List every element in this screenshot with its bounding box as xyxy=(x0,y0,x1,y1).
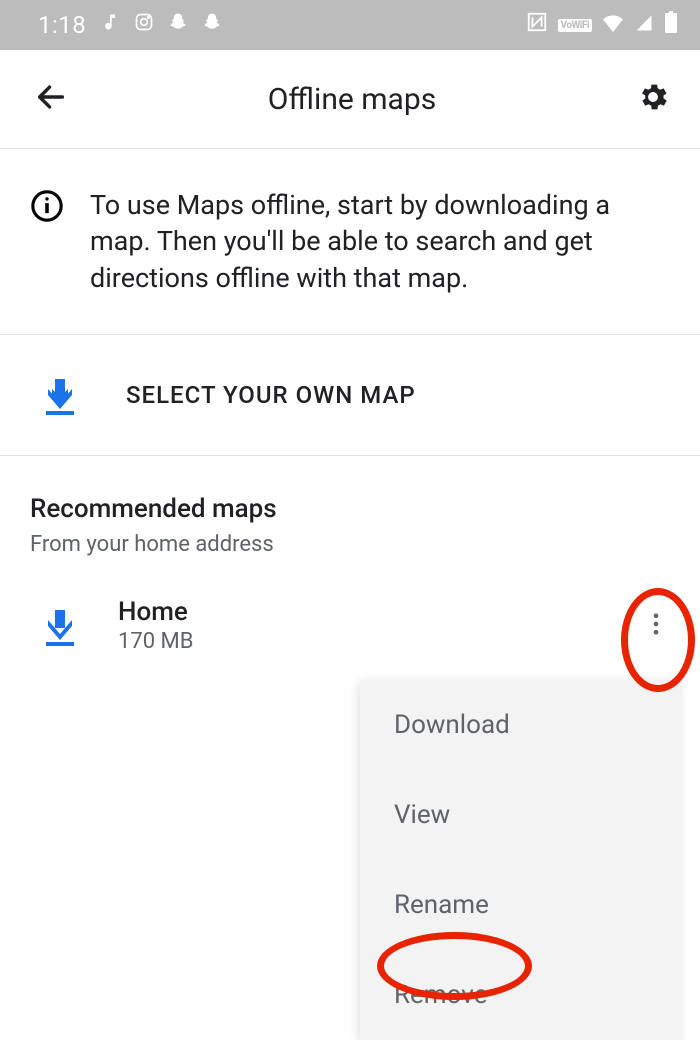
menu-item-remove[interactable]: Remove xyxy=(360,950,682,1040)
select-own-map-row[interactable]: SELECT YOUR OWN MAP xyxy=(0,335,700,455)
snapchat-icon-2 xyxy=(202,12,222,38)
map-row-home[interactable]: Home 170 MB xyxy=(0,557,700,654)
snapchat-icon xyxy=(168,12,188,38)
info-panel: To use Maps offline, start by downloadin… xyxy=(0,149,700,334)
map-size: 170 MB xyxy=(118,629,642,654)
nfc-icon xyxy=(526,11,548,39)
battery-icon xyxy=(664,11,678,39)
page-title: Offline maps xyxy=(68,82,636,117)
info-text: To use Maps offline, start by downloadin… xyxy=(90,187,670,296)
menu-item-download[interactable]: Download xyxy=(360,680,682,770)
gear-icon[interactable] xyxy=(636,80,670,118)
context-menu: Download View Rename Remove xyxy=(360,680,682,1040)
instagram-icon xyxy=(134,12,154,38)
app-header: Offline maps xyxy=(0,50,700,148)
recommended-title: Recommended maps xyxy=(30,494,700,524)
back-icon[interactable] xyxy=(34,80,68,118)
recommended-section: Recommended maps From your home address xyxy=(0,456,700,557)
recommended-subtitle: From your home address xyxy=(30,532,700,557)
map-name: Home xyxy=(118,597,642,627)
info-icon xyxy=(30,189,64,227)
wifi-icon xyxy=(602,13,624,38)
signal-icon xyxy=(634,13,654,38)
more-options-button[interactable] xyxy=(642,610,670,642)
status-bar: 1:18 VoWiFi xyxy=(0,0,700,50)
vowifi-badge: VoWiFi xyxy=(558,19,592,32)
download-icon xyxy=(42,606,78,646)
select-own-map-label: SELECT YOUR OWN MAP xyxy=(126,381,416,409)
menu-item-view[interactable]: View xyxy=(360,770,682,860)
status-time: 1:18 xyxy=(38,11,86,39)
download-icon xyxy=(42,375,78,415)
menu-item-rename[interactable]: Rename xyxy=(360,860,682,950)
music-icon xyxy=(100,12,120,38)
